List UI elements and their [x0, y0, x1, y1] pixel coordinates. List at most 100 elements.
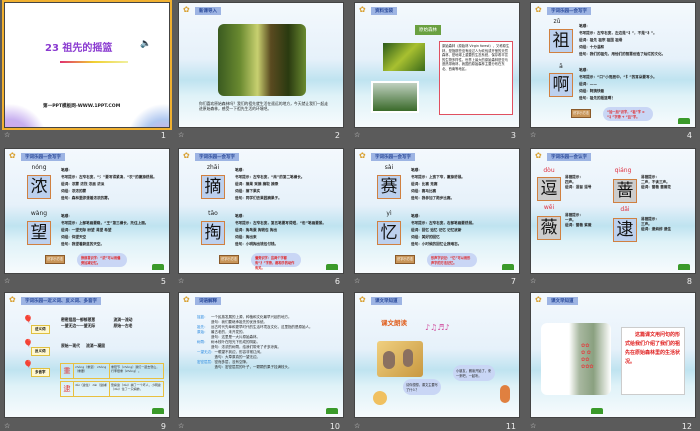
slide-thumbnail-12[interactable]: ✿ 课文早知道 ✿✿ ✿ ✿ ✿✿ ✿✿✿ 这篇课文用问句的形式给我们介绍了我们的祖先…: [530, 292, 696, 418]
note-line: 笔顺：: [411, 168, 422, 172]
slide-header: 字词乐园—会写字: [547, 7, 591, 15]
tip-cloud: 形声字识记：“忆”可以用形声字的方法记忆。: [427, 253, 477, 267]
slide-number: 11: [505, 422, 516, 431]
note-line: 组词：一望无际 盼望 渴望 希望: [61, 228, 112, 232]
char-notes: 笔顺： 书写提示：上部笔画要稳，“王”第三横长，托住上面。 组词：一望无际 盼望…: [61, 213, 165, 248]
character-box: 蔷: [613, 179, 637, 203]
note-line: 组词：逗留 逗号: [565, 185, 592, 189]
character-box: 忆: [377, 221, 401, 245]
slide-title: 23 祖先的摇篮: [45, 43, 113, 54]
note-line: 造句：小明掏出钱包付钱。: [235, 242, 279, 246]
intro-text: 你们喜欢原始森林吗？我们的祖先就生活在遥远的地方，今天就让我们一起走进原始森林，…: [199, 101, 329, 111]
char-notes: 易错提示： 一声。 组词：蔷薇 紫薇: [565, 213, 591, 228]
synonym-pair: 原始～古老: [113, 323, 133, 328]
slide-number: 7: [510, 277, 516, 286]
note-line: 笔顺：: [235, 168, 246, 172]
note-line: 书写提示：左窄右宽，第五笔要写得短，“缶”笔画要紧。: [235, 221, 326, 225]
grass-decoration: [678, 118, 690, 124]
info-text-box: 原始森林（原始林 Virgin forest），又称原生林，是指那些没有经过人为…: [439, 41, 513, 115]
slide-thumbnail-11[interactable]: ✿ 课文早知道 课文朗读 ♪♫♬♪ 请你想想，课文主要写了什么？ 小朋友，朗读开…: [354, 292, 520, 418]
slide-header: 字词乐园—会写字: [21, 153, 65, 161]
slide-thumbnail-1[interactable]: 23 祖先的摇篮 🔈 第一PPT模板网-WWW.1PPT.COM: [2, 0, 172, 130]
slide-number: 5: [160, 277, 166, 286]
signpost: 识字小方法: [45, 255, 65, 264]
grass-decoration: [152, 264, 164, 270]
character-box: 赛: [377, 175, 401, 199]
slide-thumbnail-6[interactable]: ✿ 字词乐园—会写字 zhāi 摘 笔顺： 书写提示：左窄右宽，“商”的第二笔横…: [178, 148, 344, 274]
polyphone-example: 重阳节（chóng）我们一起去登山，行李很重（zhòng）。: [109, 364, 163, 378]
header-icon: ✿: [9, 295, 16, 304]
term: 原始：: [197, 330, 208, 334]
summary-text: 这篇课文用问句的形式给我们介绍了我们的祖先在原始森林里的生活状况。: [625, 332, 681, 365]
cartoon-apple-icon: [373, 391, 387, 405]
term: 密密层层：: [197, 360, 215, 364]
slide-thumbnail-8[interactable]: ✿ 字词乐园—会认字 dòu 逗 易错提示： 四声。 组词：逗留 逗号 qián…: [530, 148, 696, 274]
note-line: 组词：祖先 祖宗 祖国 祖母: [579, 38, 623, 42]
lotus-decoration-right: [129, 101, 169, 127]
reading-title: 课文朗读: [381, 319, 407, 327]
slide-thumbnail-9[interactable]: ✿ 字词乐园—近义词、反义词、多音字 🎈 近义词 密密层层～郁郁葱葱 流淌～流动…: [4, 292, 170, 418]
polyphone-readings: chóng（重复） zhòng（重要）: [73, 364, 109, 378]
slide-thumbnail-2[interactable]: ✿ 新课导入 你们喜欢原始森林吗？我们的祖先就生活在遥远的地方，今天就让我们一起…: [178, 2, 344, 128]
pinyin: nóng: [31, 164, 47, 171]
tip-cloud: 换部首识字：“浓”可以用偏旁加减记忆。: [77, 253, 127, 267]
character-box: 望: [27, 221, 51, 245]
polyphone-label: 多音字: [31, 368, 50, 377]
note-line: 组词：回忆 追忆 记忆 记忆犹新: [411, 228, 462, 232]
animation-icon: ☆: [354, 422, 361, 430]
header-icon: ✿: [535, 295, 542, 304]
animation-icon: ☆: [354, 131, 361, 139]
speaker-grille: [383, 351, 395, 369]
slide-thumbnail-10[interactable]: ✿ 词语解释 摇篮： 一个民族发展的上源，种植和文化最早兴起的地方。 造句：我们要继…: [178, 292, 344, 418]
pinyin: wēi: [543, 204, 555, 211]
character-box: 浓: [27, 175, 51, 199]
animation-icon: ☆: [178, 277, 185, 285]
subheader: 原始森林: [415, 25, 441, 35]
flowers-decoration: ✿✿ ✿ ✿ ✿✿ ✿✿✿: [581, 343, 594, 370]
note-line: 笔顺：: [235, 214, 246, 218]
pinyin: dǎi: [620, 206, 630, 213]
note-line: 词组：掏出来: [235, 235, 257, 239]
balloon-icon: 🎈: [23, 315, 33, 324]
note-line: 书写提示：左窄右宽，左边是“礻”，不是“衤”。: [579, 31, 657, 35]
note-line: 笔顺：: [579, 24, 590, 28]
slide-number: 6: [334, 277, 340, 286]
slide-thumbnail-3[interactable]: ✿ 资料宝袋 原始森林 原始森林（原始林 Virgin forest），又称原生…: [354, 2, 520, 128]
synonyms-label: 近义词: [31, 325, 50, 334]
character-box: 薇: [537, 216, 561, 240]
signpost: 识字小方法: [219, 255, 239, 264]
slide-number: 12: [681, 422, 692, 431]
def-line: 造句：密密层层的叶子，一颗颗的果子挂满枝头。: [214, 365, 292, 369]
header-icon: ✿: [359, 151, 366, 160]
slide-number: 2: [334, 131, 340, 140]
slide-header: 字词乐园—近义词、反义词、多音字: [21, 297, 101, 305]
header-icon: ✿: [9, 151, 16, 160]
polyphone-example: 警察逮（dài）捕了一个坏人，小明逮（dǎi）住了一只蚂蚱。: [109, 382, 163, 396]
pinyin: qiáng: [614, 167, 632, 174]
note-line: 笔顺：: [61, 214, 72, 218]
pinyin: yì: [386, 210, 392, 217]
header-icon: ✿: [183, 5, 190, 14]
pinyin: sài: [384, 164, 394, 171]
grass-decoration: [502, 264, 514, 270]
note-line: 组词：比赛 竞赛: [411, 182, 438, 186]
slide-header: 课文早知道: [547, 297, 578, 305]
synonym-pair: 一望无边～一望无际: [61, 323, 96, 328]
pinyin: wàng: [30, 210, 48, 217]
tip-cloud: 偏旁识字：这两个字都有“扌”字旁，都和手的动作有关。: [251, 253, 301, 270]
char-notes: 笔顺： 书写提示：上宽下窄，撇捺舒展。 组词：比赛 竞赛 词组：赛马比赛 造句：…: [411, 167, 515, 202]
note-line: 组词：逮蚂蚱 逮住: [641, 227, 672, 231]
slide-thumbnail-7[interactable]: ✿ 字词乐园—会写字 sài 赛 笔顺： 书写提示：上宽下窄，撇捺舒展。 组词：…: [354, 148, 520, 274]
glossary-entry: 原始： 最古老的，未开发的。 造句：这里是一大片原始森林。: [197, 330, 339, 340]
animation-icon: ☆: [178, 131, 185, 139]
slide-number: 3: [510, 131, 516, 140]
slide-header: 课文早知道: [371, 297, 402, 305]
slide-header: 字词乐园—会写字: [195, 153, 239, 161]
header-icon: ✿: [359, 295, 366, 304]
char-notes: 笔顺： 书写提示：左窄右宽，“氵”要写得紧凑，“农”的撇捺舒展。 组词：浓雾 浓…: [61, 167, 165, 202]
slide-thumbnail-4[interactable]: ✿ 字词乐园—会写字 zǔ 祖 笔顺： 书写提示：左窄右宽，左边是“礻”，不是“…: [530, 2, 696, 128]
character-box: 掏: [201, 221, 225, 245]
tip-cloud: “加一加”识字，“祖”字 = “礻”字旁 + “且”字。: [603, 107, 653, 121]
slide-thumbnail-5[interactable]: ✿ 字词乐园—会写字 nóng 浓 笔顺： 书写提示：左窄右宽，“氵”要写得紧凑…: [4, 148, 170, 274]
animation-icon: ☆: [4, 277, 11, 285]
